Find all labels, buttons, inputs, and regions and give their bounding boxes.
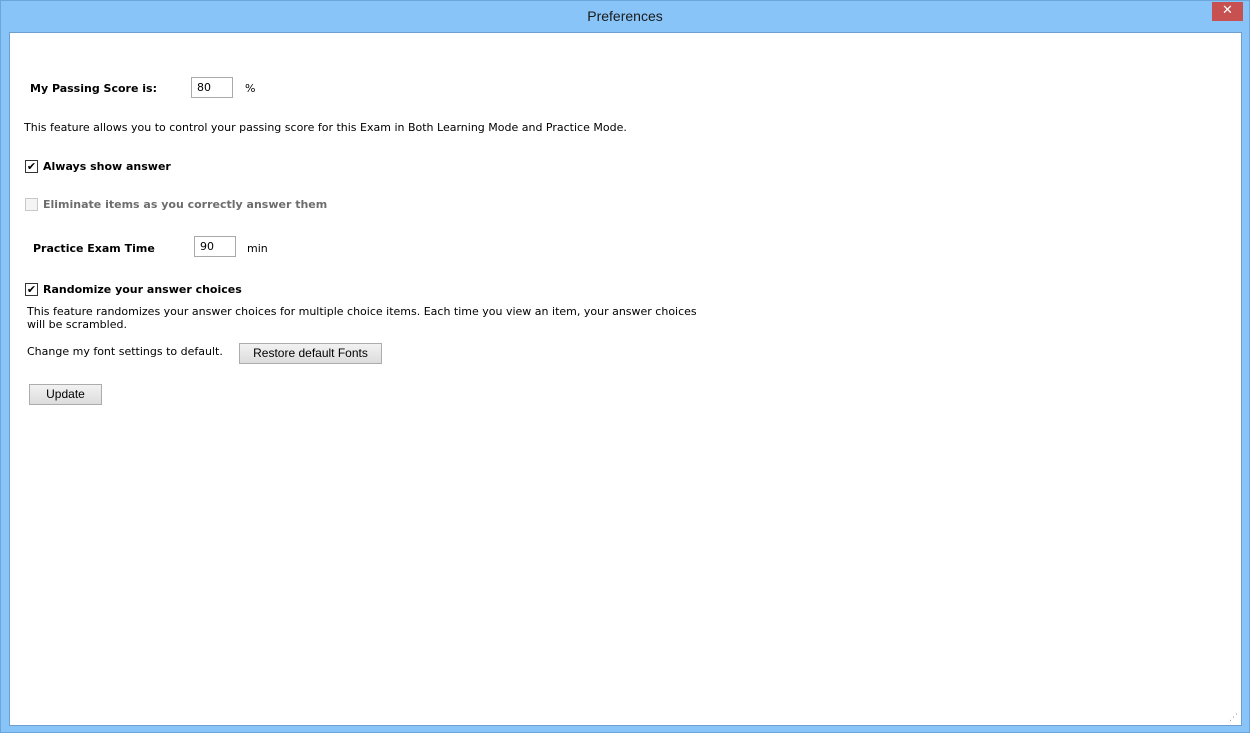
randomize-description-line2: will be scrambled. — [27, 318, 127, 331]
preferences-panel: My Passing Score is: % This feature allo… — [9, 32, 1242, 726]
always-show-answer-label[interactable]: Always show answer — [43, 160, 171, 173]
font-settings-label: Change my font settings to default. — [27, 345, 223, 358]
passing-score-description: This feature allows you to control your … — [24, 121, 627, 134]
title-bar[interactable]: Preferences ✕ — [1, 1, 1249, 32]
passing-score-input[interactable] — [191, 77, 233, 98]
practice-exam-time-input[interactable] — [194, 236, 236, 257]
preferences-window: Preferences ✕ My Passing Score is: % Thi… — [0, 0, 1250, 733]
eliminate-items-label[interactable]: Eliminate items as you correctly answer … — [43, 198, 327, 211]
update-button[interactable]: Update — [29, 384, 102, 405]
close-icon: ✕ — [1222, 3, 1233, 18]
practice-exam-time-unit: min — [247, 242, 268, 255]
randomize-label[interactable]: Randomize your answer choices — [43, 283, 242, 296]
restore-default-fonts-button[interactable]: Restore default Fonts — [239, 343, 382, 364]
practice-exam-time-label: Practice Exam Time — [33, 242, 155, 255]
eliminate-items-checkbox[interactable] — [25, 198, 38, 211]
window-title: Preferences — [587, 8, 663, 24]
passing-score-label: My Passing Score is: — [30, 82, 157, 95]
close-button[interactable]: ✕ — [1212, 2, 1243, 21]
checkmark-icon: ✔ — [26, 283, 37, 296]
passing-score-unit: % — [245, 82, 256, 95]
always-show-answer-checkbox[interactable]: ✔ — [25, 160, 38, 173]
randomize-description-line1: This feature randomizes your answer choi… — [27, 305, 697, 318]
checkmark-icon: ✔ — [26, 160, 37, 173]
resize-grip-icon[interactable]: ⋰ — [1229, 713, 1239, 723]
randomize-checkbox[interactable]: ✔ — [25, 283, 38, 296]
